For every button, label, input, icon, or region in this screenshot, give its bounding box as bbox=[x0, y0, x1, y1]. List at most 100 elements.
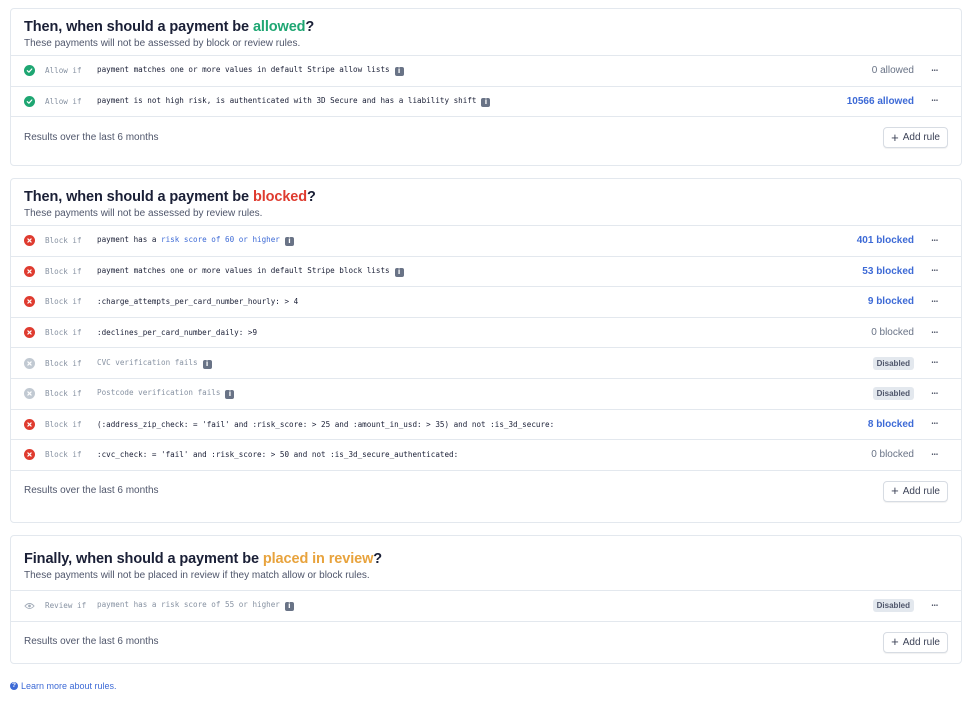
review-section-subtitle: These payments will not be placed in rev… bbox=[24, 570, 370, 581]
rule-keyword: Block if bbox=[45, 236, 82, 246]
add-review-rule-button[interactable]: + Add rule bbox=[883, 631, 948, 653]
rule-result-count[interactable]: 9 blocked bbox=[868, 296, 914, 307]
add-allow-rule-button[interactable]: + Add rule bbox=[883, 127, 948, 149]
more-options-icon[interactable]: ••• bbox=[929, 600, 941, 612]
more-options-icon[interactable]: ••• bbox=[929, 235, 941, 247]
disabled-badge: Disabled bbox=[872, 356, 914, 370]
rule-keyword: Block if bbox=[45, 358, 82, 368]
rule-expression: payment is not high risk, is authenticat… bbox=[97, 96, 491, 107]
rule-expression: :charge_attempts_per_card_number_hourly:… bbox=[97, 297, 299, 307]
rule-result-count: 0 allowed bbox=[871, 65, 914, 77]
info-icon[interactable]: i bbox=[284, 602, 294, 612]
plus-icon: + bbox=[891, 634, 899, 650]
more-options-icon[interactable]: ••• bbox=[929, 418, 941, 430]
allowed-section-footer: Results over the last 6 months + Add rule bbox=[11, 117, 961, 157]
rule-row[interactable]: Allow if payment matches one or more valu… bbox=[11, 56, 961, 87]
rule-keyword: Block if bbox=[45, 450, 82, 460]
allowed-rules-list: Allow if payment matches one or more valu… bbox=[11, 56, 961, 118]
rule-expression: (:address_zip_check: = 'fail' and :risk_… bbox=[97, 419, 555, 429]
rule-keyword: Allow if bbox=[45, 66, 82, 76]
more-options-icon[interactable]: ••• bbox=[929, 95, 941, 107]
more-options-icon[interactable]: ••• bbox=[929, 449, 941, 461]
rule-keyword: Block if bbox=[45, 297, 82, 307]
rule-row[interactable]: Block if (:address_zip_check: = 'fail' an… bbox=[11, 410, 961, 441]
rule-keyword: Allow if bbox=[45, 96, 82, 106]
info-icon[interactable]: i bbox=[394, 267, 404, 277]
x-circle-disabled-icon bbox=[24, 388, 35, 400]
x-circle-icon bbox=[24, 265, 35, 277]
x-circle-disabled-icon bbox=[24, 357, 35, 369]
more-options-icon[interactable]: ••• bbox=[929, 265, 941, 277]
rule-keyword: Block if bbox=[45, 419, 82, 429]
rule-row[interactable]: Block if :cvc_check: = 'fail' and :risk_s… bbox=[11, 440, 961, 471]
allowed-section-title: Then, when should a payment be allowed? bbox=[24, 19, 315, 35]
blocked-section-header: Then, when should a payment be blocked? … bbox=[11, 179, 961, 226]
x-circle-icon bbox=[24, 296, 35, 308]
review-section-footer: Results over the last 6 months + Add rule bbox=[11, 622, 961, 662]
x-circle-icon bbox=[24, 418, 35, 430]
rule-row[interactable]: Block if Postcode verification fails i Disa… bbox=[11, 379, 961, 410]
rule-row[interactable]: Block if payment matches one or more valu… bbox=[11, 257, 961, 288]
plus-icon: + bbox=[891, 483, 899, 499]
info-icon[interactable]: i bbox=[225, 390, 235, 400]
review-rules-card: Finally, when should a payment be placed… bbox=[10, 535, 962, 664]
info-icon[interactable]: i bbox=[284, 237, 294, 247]
more-options-icon[interactable]: ••• bbox=[929, 388, 941, 400]
review-section-title: Finally, when should a payment be placed… bbox=[24, 551, 383, 567]
rule-expression: :declines_per_card_number_daily: >9 bbox=[97, 328, 258, 338]
allowed-rules-card: Then, when should a payment be allowed? … bbox=[10, 8, 962, 166]
x-circle-icon bbox=[24, 235, 35, 247]
rule-expression: payment matches one or more values in de… bbox=[97, 65, 404, 77]
blocked-section-subtitle: These payments will not be assessed by r… bbox=[24, 208, 263, 219]
allowed-section-subtitle: These payments will not be assessed by b… bbox=[24, 38, 301, 49]
info-icon[interactable]: i bbox=[481, 97, 491, 107]
risk-score-link[interactable]: risk score of 60 or higher bbox=[161, 235, 280, 244]
results-period-note: Results over the last 6 months bbox=[24, 131, 159, 143]
allowed-section-header: Then, when should a payment be allowed? … bbox=[11, 9, 961, 56]
rule-keyword: Block if bbox=[45, 266, 82, 276]
more-options-icon[interactable]: ••• bbox=[929, 65, 941, 77]
rule-row[interactable]: Block if :charge_attempts_per_card_number… bbox=[11, 287, 961, 318]
rule-result-count[interactable]: 10566 allowed bbox=[847, 96, 914, 107]
rule-keyword: Review if bbox=[45, 601, 87, 611]
rule-result-count[interactable]: 401 blocked bbox=[857, 235, 914, 246]
rule-result-count: 0 blocked bbox=[871, 327, 914, 339]
rule-expression: payment has a risk score of 60 or higher… bbox=[97, 235, 294, 247]
add-block-rule-button[interactable]: + Add rule bbox=[883, 480, 948, 502]
review-rules-list: Review if payment has a risk score of 55 … bbox=[11, 591, 961, 622]
rule-expression: payment matches one or more values in de… bbox=[97, 266, 404, 277]
disabled-badge: Disabled bbox=[872, 599, 914, 613]
x-circle-icon bbox=[24, 327, 35, 339]
check-circle-icon bbox=[24, 65, 35, 77]
rule-keyword: Block if bbox=[45, 389, 82, 399]
rule-expression: :cvc_check: = 'fail' and :risk_score: > … bbox=[97, 450, 459, 460]
help-circle-icon: ? bbox=[10, 682, 18, 690]
blocked-rules-card: Then, when should a payment be blocked? … bbox=[10, 178, 962, 523]
rule-row[interactable]: Block if CVC verification fails i Disabled •… bbox=[11, 348, 961, 379]
more-options-icon[interactable]: ••• bbox=[929, 296, 941, 308]
rule-row[interactable]: Review if payment has a risk score of 55 … bbox=[11, 591, 961, 622]
rule-result-count: 0 blocked bbox=[871, 449, 914, 461]
learn-more-link[interactable]: ? Learn more about rules. bbox=[10, 681, 117, 691]
results-period-note: Results over the last 6 months bbox=[24, 636, 159, 648]
rule-expression: Postcode verification fails i bbox=[97, 388, 235, 400]
rule-row[interactable]: Block if :declines_per_card_number_daily:… bbox=[11, 318, 961, 349]
more-options-icon[interactable]: ••• bbox=[929, 327, 941, 339]
info-icon[interactable]: i bbox=[202, 359, 212, 369]
rule-row[interactable]: Allow if payment is not high risk, is aut… bbox=[11, 87, 961, 118]
info-icon[interactable]: i bbox=[394, 67, 404, 77]
rule-row[interactable]: Block if payment has a risk score of 60 o… bbox=[11, 226, 961, 257]
plus-icon: + bbox=[891, 129, 899, 145]
rule-result-count[interactable]: 8 blocked bbox=[868, 419, 914, 430]
blocked-rules-list: Block if payment has a risk score of 60 o… bbox=[11, 226, 961, 471]
check-circle-icon bbox=[24, 95, 35, 107]
blocked-section-footer: Results over the last 6 months + Add rule bbox=[11, 471, 961, 511]
rule-result-count[interactable]: 53 blocked bbox=[862, 266, 914, 277]
disabled-badge: Disabled bbox=[872, 387, 914, 401]
rule-expression: CVC verification fails i bbox=[97, 358, 212, 369]
review-section-header: Finally, when should a payment be placed… bbox=[11, 536, 961, 591]
results-period-note: Results over the last 6 months bbox=[24, 485, 159, 497]
more-options-icon[interactable]: ••• bbox=[929, 357, 941, 369]
blocked-section-title: Then, when should a payment be blocked? bbox=[24, 189, 316, 205]
rule-keyword: Block if bbox=[45, 328, 82, 338]
